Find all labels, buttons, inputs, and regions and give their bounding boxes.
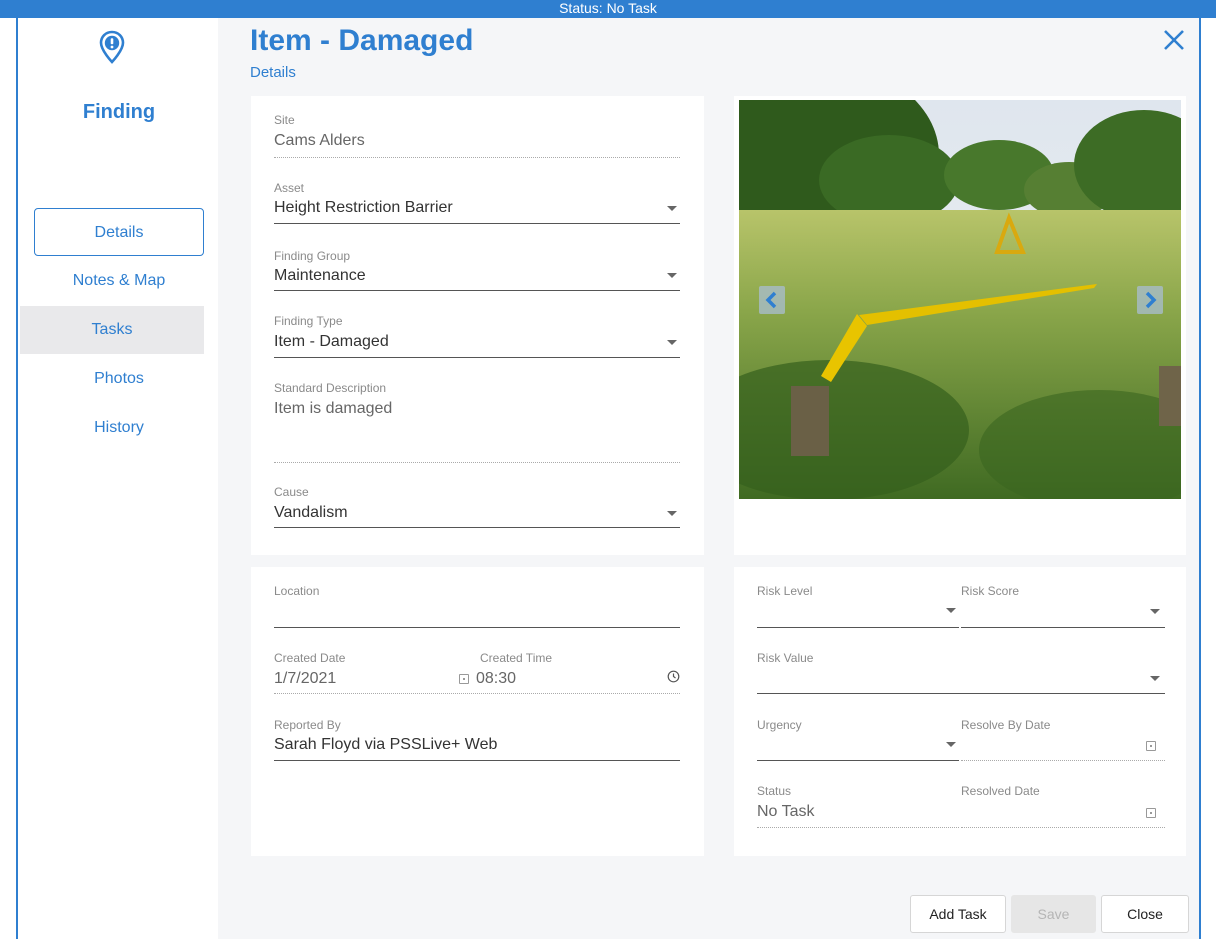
urgency-select[interactable] xyxy=(757,760,959,761)
status-label: Status xyxy=(757,784,792,798)
chevron-down-icon[interactable] xyxy=(946,608,956,613)
status-underline xyxy=(757,827,959,828)
calendar-icon[interactable] xyxy=(1146,741,1156,751)
sidebar xyxy=(20,18,218,939)
chevron-down-icon[interactable] xyxy=(1150,676,1160,681)
save-button[interactable]: Save xyxy=(1011,895,1096,933)
site-underline xyxy=(274,157,680,158)
created-date-label: Created Date xyxy=(274,651,346,665)
add-task-button[interactable]: Add Task xyxy=(910,895,1006,933)
finding-group-select[interactable]: Maintenance xyxy=(274,267,366,285)
location-underline xyxy=(274,627,680,628)
risk-value-label: Risk Value xyxy=(757,651,814,665)
clock-icon xyxy=(667,670,680,683)
finding-icon xyxy=(99,30,125,64)
status-value: No Task xyxy=(757,803,815,820)
reported-by-label: Reported By xyxy=(274,718,341,732)
cause-select[interactable]: Vandalism xyxy=(274,504,348,522)
resolve-by-date-input[interactable] xyxy=(961,760,1165,761)
risk-level-label: Risk Level xyxy=(757,584,813,598)
calendar-icon xyxy=(459,674,469,684)
standard-description-value: Item is damaged xyxy=(274,400,393,417)
chevron-down-icon[interactable] xyxy=(1150,609,1160,614)
finding-type-select[interactable]: Item - Damaged xyxy=(274,333,389,351)
chevron-down-icon[interactable] xyxy=(667,511,677,516)
location-label: Location xyxy=(274,584,320,598)
sidebar-item-photos[interactable]: Photos xyxy=(34,355,204,403)
finding-type-underline xyxy=(274,357,680,358)
status-bar: Status: No Task xyxy=(0,0,1216,18)
asset-select[interactable]: Height Restriction Barrier xyxy=(274,199,453,217)
sidebar-item-notes-map[interactable]: Notes & Map xyxy=(34,257,204,305)
risk-level-select[interactable] xyxy=(757,627,959,628)
created-date-underline xyxy=(274,693,680,694)
risk-score-label: Risk Score xyxy=(961,584,1020,598)
left-frame xyxy=(0,18,18,939)
chevron-right-icon xyxy=(1145,291,1157,309)
cause-label: Cause xyxy=(274,485,309,499)
sidebar-title: Finding xyxy=(82,101,156,123)
chevron-down-icon[interactable] xyxy=(667,340,677,345)
standard-description-underline xyxy=(274,462,680,463)
created-date-value: 1/7/2021 xyxy=(274,670,337,687)
sidebar-item-history[interactable]: History xyxy=(34,404,204,452)
risk-score-select[interactable] xyxy=(961,627,1165,628)
prev-photo-button[interactable] xyxy=(759,286,785,314)
asset-label: Asset xyxy=(274,181,305,195)
close-icon[interactable] xyxy=(1160,26,1188,54)
finding-group-label: Finding Group xyxy=(274,249,351,263)
status-bar-text: Status: No Task xyxy=(559,0,657,16)
urgency-label: Urgency xyxy=(757,718,802,732)
sidebar-item-tasks[interactable]: Tasks xyxy=(20,306,204,354)
chevron-down-icon[interactable] xyxy=(667,206,677,211)
right-frame xyxy=(1199,18,1216,939)
resolved-date-label: Resolved Date xyxy=(961,784,1040,798)
location-card xyxy=(251,567,704,856)
cause-underline xyxy=(274,527,680,528)
next-photo-button[interactable] xyxy=(1137,286,1163,314)
finding-group-underline xyxy=(274,290,680,291)
resolve-by-date-label: Resolve By Date xyxy=(961,718,1051,732)
created-time-label: Created Time xyxy=(480,651,553,665)
chevron-down-icon[interactable] xyxy=(667,273,677,278)
finding-type-label: Finding Type xyxy=(274,314,343,328)
standard-description-label: Standard Description xyxy=(274,381,387,395)
calendar-icon xyxy=(1146,808,1156,818)
sidebar-item-details[interactable]: Details xyxy=(34,208,204,256)
close-button[interactable]: Close xyxy=(1101,895,1189,933)
page-title: Item - Damaged xyxy=(250,24,474,57)
site-label: Site xyxy=(274,113,295,127)
chevron-left-icon xyxy=(765,291,777,309)
reported-by-underline xyxy=(274,760,680,761)
asset-underline xyxy=(274,223,680,224)
page-subtitle: Details xyxy=(250,64,296,81)
created-time-value: 08:30 xyxy=(476,670,517,687)
resolved-date-underline xyxy=(961,827,1165,828)
risk-value-select[interactable] xyxy=(757,693,1165,694)
reported-by-value: Sarah Floyd via PSSLive+ Web xyxy=(274,736,498,753)
chevron-down-icon[interactable] xyxy=(946,742,956,747)
finding-photo xyxy=(739,100,1181,499)
site-value: Cams Alders xyxy=(274,132,365,149)
